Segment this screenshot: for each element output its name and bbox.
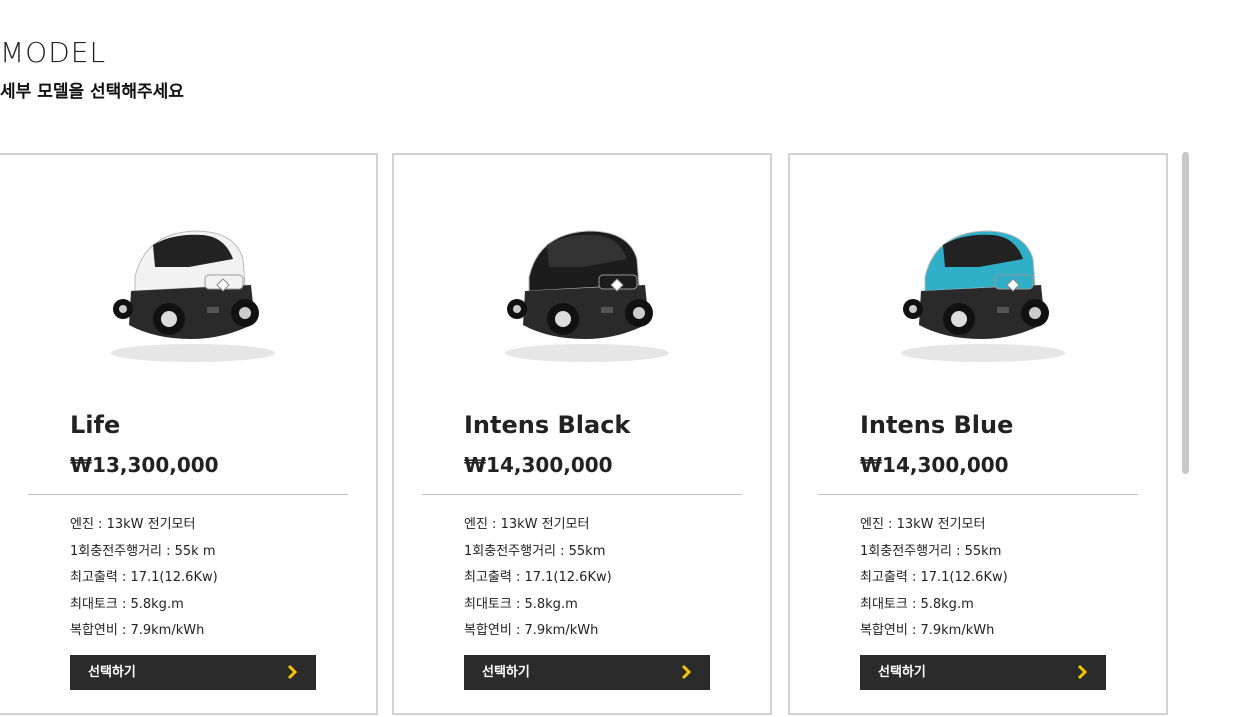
car-image: [505, 230, 669, 362]
spec-torque: 최대토크 : 5.8kg.m: [860, 596, 974, 612]
spec-efficiency: 복합연비 : 7.9km/kWh: [70, 623, 205, 638]
model-card-intens-blue[interactable]: Intens Blue ₩14,300,000 엔진 : 13kW 전기모터 1…: [788, 153, 1168, 715]
page-subtitle: 세부 모델을 선택해주세요: [0, 82, 184, 102]
divider: [28, 494, 348, 495]
select-button[interactable]: 선택하기: [70, 655, 316, 690]
model-name: Intens Blue: [860, 411, 1014, 439]
spec-efficiency: 복합연비 : 7.9km/kWh: [464, 623, 599, 638]
divider: [422, 494, 742, 495]
spec-power: 최고출력 : 17.1(12.6Kw): [464, 570, 612, 585]
spec-torque: 최대토크 : 5.8kg.m: [70, 596, 184, 612]
select-button[interactable]: 선택하기: [860, 655, 1106, 690]
spec-engine: 엔진 : 13kW 전기모터: [464, 517, 590, 532]
spec-list: 엔진 : 13kW 전기모터 1회충전주행거리 : 55km 최고출력 : 17…: [464, 512, 612, 645]
model-name: Intens Black: [464, 411, 631, 439]
page-title: MODEL: [0, 36, 107, 69]
scrollbar[interactable]: [1182, 152, 1189, 474]
spec-torque: 최대토크 : 5.8kg.m: [464, 596, 578, 612]
spec-range: 1회충전주행거리 : 55k m: [70, 543, 216, 559]
divider: [818, 494, 1138, 495]
spec-engine: 엔진 : 13kW 전기모터: [860, 517, 986, 532]
model-price: ₩14,300,000: [860, 453, 1009, 477]
spec-power: 최고출력 : 17.1(12.6Kw): [860, 570, 1008, 585]
select-button-label: 선택하기: [878, 665, 926, 680]
spec-list: 엔진 : 13kW 전기모터 1회충전주행거리 : 55km 최고출력 : 17…: [860, 512, 1008, 645]
chevron-right-icon: [287, 664, 298, 680]
model-name: Life: [70, 411, 121, 439]
car-image: [111, 230, 275, 362]
spec-efficiency: 복합연비 : 7.9km/kWh: [860, 623, 995, 638]
spec-list: 엔진 : 13kW 전기모터 1회충전주행거리 : 55k m 최고출력 : 1…: [70, 512, 218, 645]
car-image: [901, 230, 1065, 362]
model-card-life[interactable]: Life ₩13,300,000 엔진 : 13kW 전기모터 1회충전주행거리…: [0, 153, 378, 715]
model-price: ₩14,300,000: [464, 453, 613, 477]
spec-engine: 엔진 : 13kW 전기모터: [70, 517, 196, 532]
select-button-label: 선택하기: [482, 665, 530, 680]
model-price: ₩13,300,000: [70, 453, 219, 477]
model-card-intens-black[interactable]: Intens Black ₩14,300,000 엔진 : 13kW 전기모터 …: [392, 153, 772, 715]
select-button[interactable]: 선택하기: [464, 655, 710, 690]
spec-range: 1회충전주행거리 : 55km: [464, 543, 606, 559]
spec-power: 최고출력 : 17.1(12.6Kw): [70, 570, 218, 585]
spec-range: 1회충전주행거리 : 55km: [860, 543, 1002, 559]
chevron-right-icon: [681, 664, 692, 680]
select-button-label: 선택하기: [88, 665, 136, 680]
chevron-right-icon: [1077, 664, 1088, 680]
